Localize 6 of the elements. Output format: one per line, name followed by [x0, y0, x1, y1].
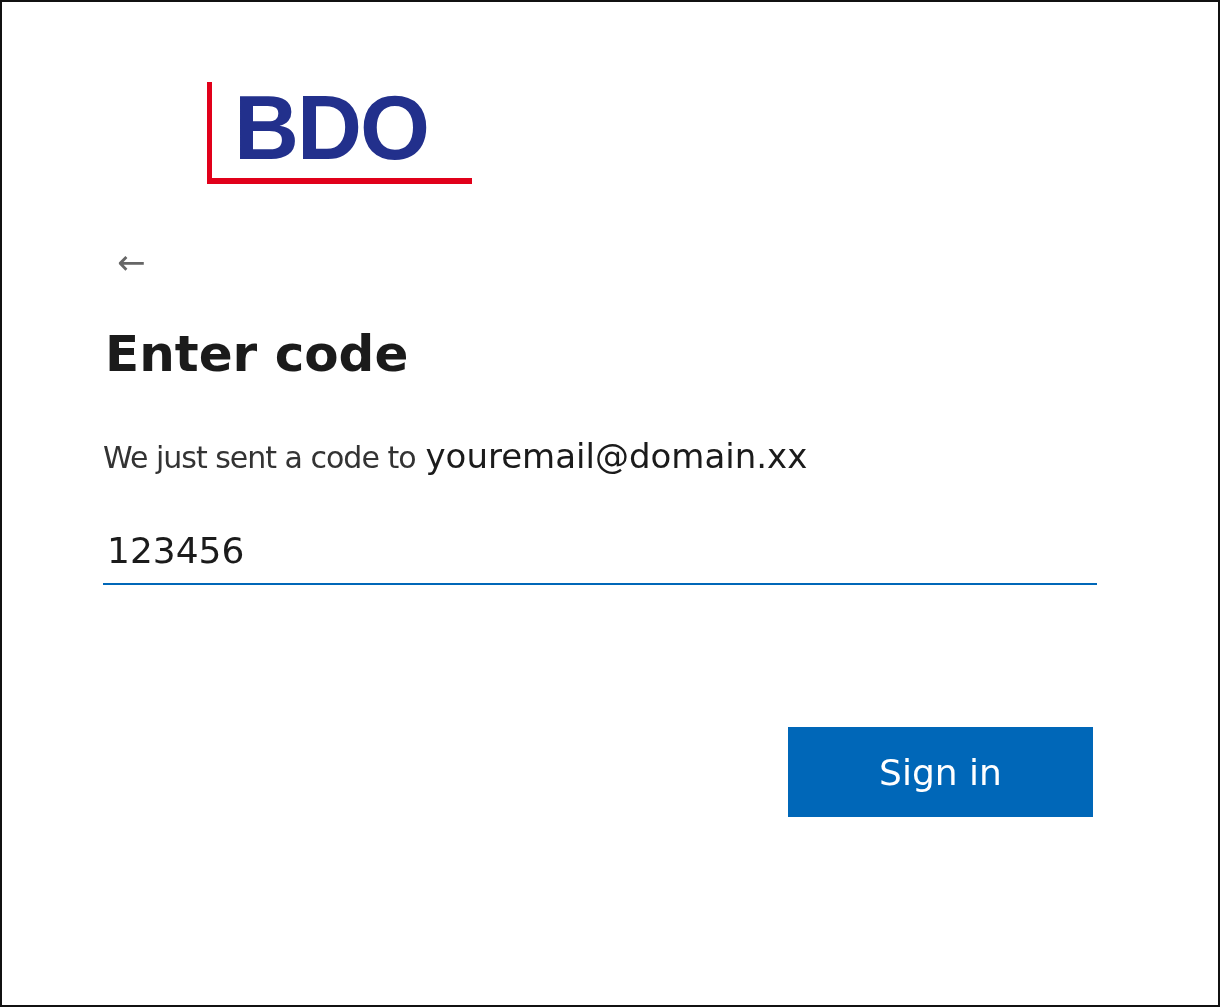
- back-button[interactable]: ←: [103, 242, 146, 282]
- page-title: Enter code: [105, 324, 410, 385]
- logo: BDO: [207, 82, 472, 184]
- email-address: youremail@domain.xx: [425, 436, 808, 476]
- sign-in-button[interactable]: Sign in: [788, 727, 1093, 817]
- message-text: We just sent a code to: [103, 440, 416, 475]
